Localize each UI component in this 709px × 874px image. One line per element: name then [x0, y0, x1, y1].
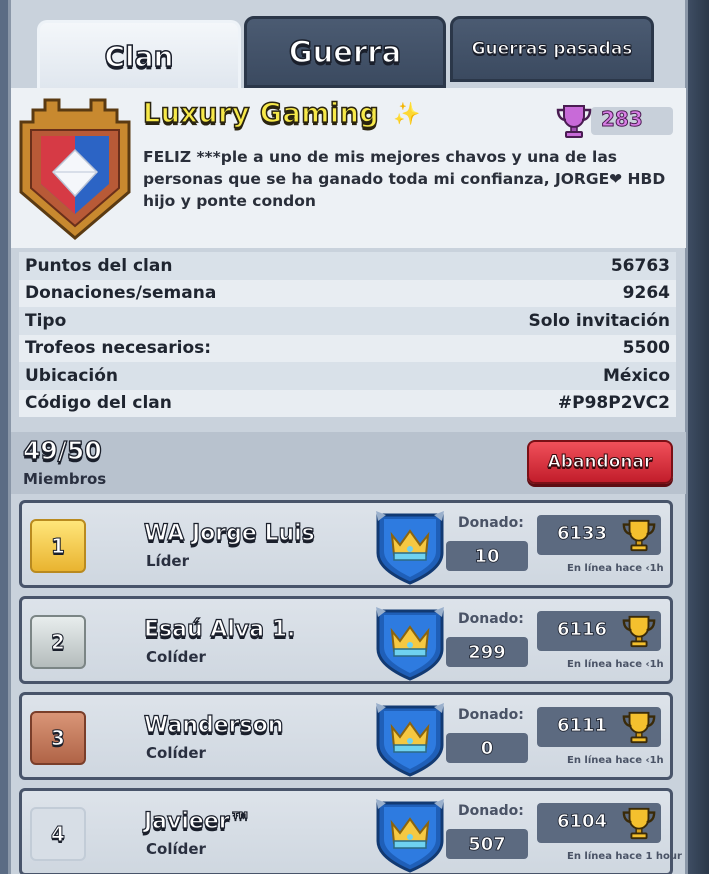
last-online: En línea hace ‹1h [567, 563, 664, 574]
trophy-count: 6104 [556, 811, 608, 833]
stat-value: 5500 [622, 338, 670, 359]
clan-badge-icon [19, 98, 131, 240]
clan-stats: Puntos del clan 56763 Donaciones/semana 92… [19, 252, 676, 417]
member-role: Colíder [146, 744, 206, 762]
stat-value: 56763 [610, 255, 670, 276]
member-trophies: 6104 [537, 803, 661, 843]
member-card[interactable]: 3 Wanderson Colíder Donado: 0 6111 En lí… [19, 692, 673, 780]
donated-value: 299 [446, 637, 528, 667]
member-trophies: 6116 [537, 611, 661, 651]
members-header: 49/50 Miembros Abandonar [11, 432, 686, 494]
clan-header: Luxury Gaming ✨ 283 FELIZ ***ple a uno d… [11, 88, 686, 248]
stat-label: Código del clan [25, 393, 172, 414]
member-rank: 2 [30, 615, 86, 669]
stat-row: Tipo Solo invitación [19, 307, 676, 335]
donated-label: Donado: [458, 515, 524, 531]
member-name: Esaú Alva 1. [143, 616, 296, 642]
arena-badge-icon [372, 793, 448, 873]
trophy-icon [621, 805, 657, 841]
side-strip [688, 0, 709, 874]
member-rank: 3 [30, 711, 86, 765]
tab-bar: Clan Guerra Guerras pasadas [37, 16, 657, 90]
tab-war[interactable]: Guerra [244, 16, 446, 88]
member-card[interactable]: 2 Esaú Alva 1. Colíder Donado: 299 6116 … [19, 596, 673, 684]
stat-value: 9264 [622, 283, 670, 304]
member-trophies: 6133 [537, 515, 661, 555]
donated-label: Donado: [458, 611, 524, 627]
member-trophies: 6111 [537, 707, 661, 747]
member-role: Colíder [146, 648, 206, 666]
tab-past-wars[interactable]: Guerras pasadas [450, 16, 654, 82]
donated-label: Donado: [458, 803, 524, 819]
clan-code[interactable]: #P98P2VC2 [558, 393, 670, 413]
trophy-icon [621, 709, 657, 745]
trophy-count: 6133 [556, 523, 608, 545]
member-role: Líder [146, 552, 190, 570]
sparkle-icon: ✨ [393, 102, 421, 127]
member-rank: 1 [30, 519, 86, 573]
stat-label: Ubicación [25, 365, 119, 386]
donated-value: 10 [446, 541, 528, 571]
stat-value: Solo invitación [528, 310, 670, 331]
clan-description: FELIZ ***ple a uno de mis mejores chavos… [143, 148, 666, 210]
stat-label: Puntos del clan [25, 255, 173, 276]
stat-row: Donaciones/semana 9264 [19, 279, 676, 307]
stat-label: Trofeos necesarios: [25, 338, 212, 359]
donated-label: Donado: [458, 707, 524, 723]
stat-value: México [603, 365, 670, 386]
member-name: Javieer™ [143, 808, 252, 834]
arena-badge-icon [372, 601, 448, 681]
last-online: En línea hace 1 hour [567, 851, 682, 862]
stat-row: Ubicación México [19, 362, 676, 390]
clan-trophy-count: 283 [601, 107, 644, 132]
arena-badge-icon [372, 505, 448, 585]
stat-row: Trofeos necesarios: 5500 [19, 334, 676, 362]
purple-trophy-icon [556, 105, 592, 138]
member-name: Wanderson [143, 712, 284, 738]
arena-badge-icon [372, 697, 448, 777]
clan-trophies: 283 [551, 102, 673, 138]
trophy-count: 6111 [556, 715, 608, 737]
member-count: 49/50 [22, 435, 102, 465]
last-online: En línea hace ‹1h [567, 755, 664, 766]
stat-row[interactable]: Código del clan #P98P2VC2 [19, 389, 676, 417]
member-rank: 4 [30, 807, 86, 861]
donated-value: 507 [446, 829, 528, 859]
stat-row: Puntos del clan 56763 [19, 252, 676, 280]
trophy-icon [621, 613, 657, 649]
member-card[interactable]: 1 WA Jorge Luis Líder Donado: 10 6133 En… [19, 500, 673, 588]
leave-clan-button[interactable]: Abandonar [527, 440, 673, 484]
trophy-count: 6116 [556, 619, 608, 641]
last-online: En línea hace ‹1h [567, 659, 664, 670]
trophy-icon [621, 517, 657, 553]
clan-name: Luxury Gaming [142, 97, 380, 130]
member-name: WA Jorge Luis [143, 520, 315, 546]
donated-value: 0 [446, 733, 528, 763]
members-label: Miembros [23, 470, 107, 488]
stat-label: Tipo [25, 310, 67, 331]
tab-clan[interactable]: Clan [37, 20, 241, 90]
member-card[interactable]: 4 Javieer™ Colíder Donado: 507 6104 En l… [19, 788, 682, 874]
member-role: Colíder [146, 840, 206, 858]
stat-label: Donaciones/semana [25, 283, 217, 304]
